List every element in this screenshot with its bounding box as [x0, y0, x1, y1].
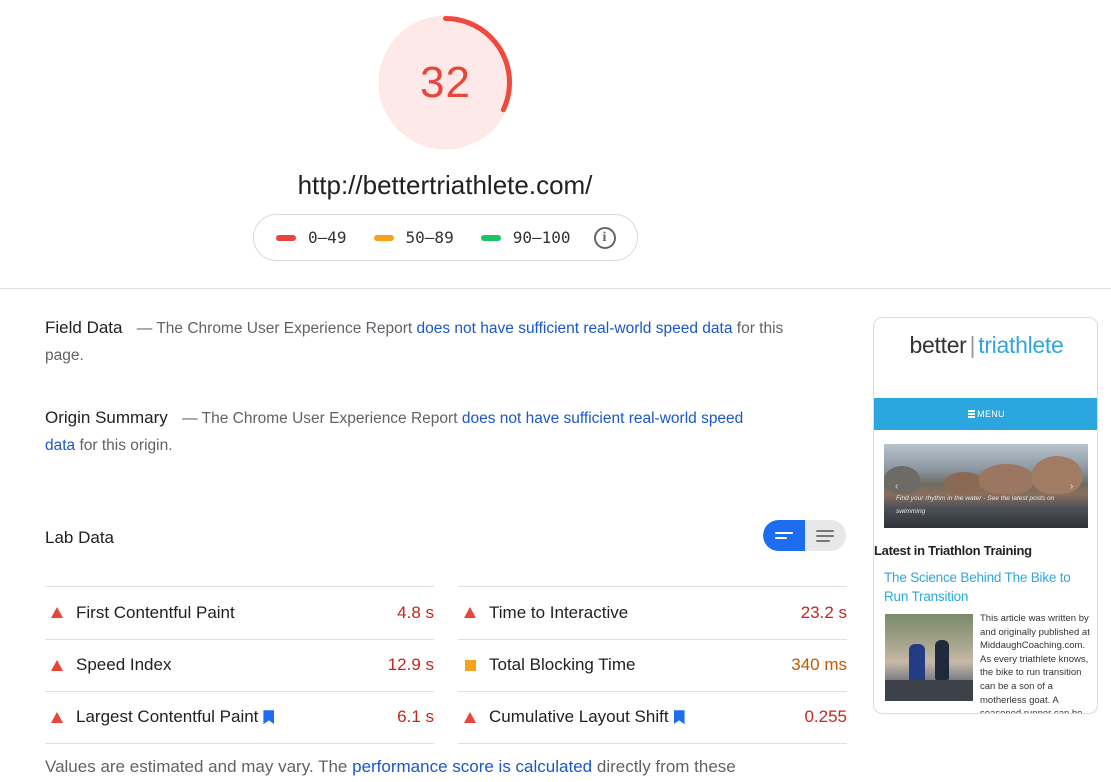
origin-summary-title: Origin Summary: [45, 408, 168, 427]
legend-label: 50–89: [405, 228, 454, 247]
performance-score-value: 32: [420, 57, 471, 107]
metric-name: Time to Interactive: [489, 602, 629, 622]
post-thumbnail: [885, 614, 973, 701]
legend-green-bar: [480, 234, 501, 241]
field-data-title: Field Data: [45, 318, 123, 337]
legend-item-fail: 0–49: [276, 228, 347, 247]
carousel-next-icon: ›: [1070, 481, 1074, 492]
post-excerpt: This article was written by and original…: [980, 613, 1090, 714]
metrics-footnote: Values are estimated and may vary. The p…: [45, 757, 736, 777]
performance-score-link[interactable]: performance score is calculated: [352, 757, 592, 776]
bookmark-icon: [263, 710, 275, 725]
legend-red-bar: [276, 234, 296, 241]
post-title: The Science Behind The Bike to Run Trans…: [884, 570, 1071, 604]
carousel-prev-icon: ‹: [895, 481, 899, 492]
orange-square-icon: [463, 659, 477, 671]
metric-cumulative-layout-shift: Cumulative Layout Shift 0.255: [458, 691, 847, 744]
summary-view-icon: [775, 532, 793, 539]
summary-view-button[interactable]: [763, 520, 805, 551]
legend-item-average: 50–89: [373, 228, 454, 247]
legend-label: 90–100: [512, 228, 571, 247]
origin-summary-prefix: — The Chrome User Experience Report: [182, 410, 458, 427]
origin-summary-suffix: for this origin.: [79, 437, 173, 454]
detail-view-icon: [816, 529, 834, 542]
metrics-view-toggle: [763, 520, 846, 551]
metric-name: First Contentful Paint: [76, 602, 235, 622]
metric-time-to-interactive: Time to Interactive 23.2 s: [458, 586, 847, 639]
metric-value: 4.8 s: [397, 602, 434, 622]
lab-data-title: Lab Data: [45, 528, 114, 547]
hamburger-icon: [968, 410, 976, 418]
score-legend: 0–49 50–89 90–100 i: [253, 214, 638, 261]
bookmark-icon: [673, 710, 685, 725]
red-triangle-icon: [463, 711, 477, 723]
field-data-link[interactable]: does not have sufficient real-world spee…: [417, 320, 733, 337]
origin-summary-section: Origin Summary — The Chrome User Experie…: [45, 404, 775, 459]
footnote-suffix: directly from these: [596, 757, 736, 776]
hero-caption: Find your rhythm in the water - See the …: [896, 495, 1055, 515]
metric-value: 340 ms: [791, 655, 847, 675]
red-triangle-icon: [50, 659, 64, 671]
metric-name: Largest Contentful Paint: [76, 707, 259, 727]
field-data-prefix: — The Chrome User Experience Report: [136, 320, 413, 337]
page-screenshot-thumbnail: better | triathlete MENU ‹ › Find your rhy…: [873, 317, 1098, 714]
metric-value: 6.1 s: [397, 707, 434, 727]
metric-value: 0.255: [804, 707, 847, 727]
metric-speed-index: Speed Index 12.9 s: [45, 638, 434, 692]
metric-name: Total Blocking Time: [489, 655, 636, 675]
red-triangle-icon: [50, 607, 64, 619]
site-menu-bar: MENU: [874, 398, 1097, 430]
metric-name: Speed Index: [76, 655, 172, 675]
metric-first-contentful-paint: First Contentful Paint 4.8 s: [45, 586, 434, 639]
menu-label: MENU: [977, 409, 1005, 419]
tested-url: http://bettertriathlete.com/: [297, 170, 593, 200]
info-icon[interactable]: i: [593, 226, 616, 249]
performance-score-gauge: 32: [377, 14, 514, 151]
metric-total-blocking-time: Total Blocking Time 340 ms: [458, 638, 847, 692]
logo-better: better: [909, 332, 967, 358]
metric-name: Cumulative Layout Shift: [489, 707, 669, 727]
metric-value: 23.2 s: [800, 602, 847, 622]
hero-image: ‹ › Find your rhythm in the water - See …: [884, 444, 1088, 528]
section-title: Latest in Triathlon Training: [874, 543, 1032, 558]
logo-triathlete: triathlete: [978, 332, 1064, 358]
legend-item-pass: 90–100: [480, 228, 571, 247]
footnote-prefix: Values are estimated and may vary. The: [45, 757, 348, 776]
detail-view-button[interactable]: [804, 520, 846, 551]
red-triangle-icon: [50, 711, 64, 723]
field-data-section: Field Data — The Chrome User Experience …: [45, 314, 785, 369]
site-logo: better | triathlete: [909, 332, 1064, 358]
red-triangle-icon: [463, 607, 477, 619]
legend-label: 0–49: [308, 228, 347, 247]
legend-orange-bar: [373, 234, 394, 241]
metrics-column-right: Time to Interactive 23.2 s Total Blockin…: [458, 586, 847, 744]
metric-value: 12.9 s: [387, 655, 434, 675]
section-divider: [0, 288, 1111, 289]
metrics-column-left: First Contentful Paint 4.8 s Speed Index…: [45, 586, 434, 744]
metric-largest-contentful-paint: Largest Contentful Paint 6.1 s: [45, 691, 434, 744]
